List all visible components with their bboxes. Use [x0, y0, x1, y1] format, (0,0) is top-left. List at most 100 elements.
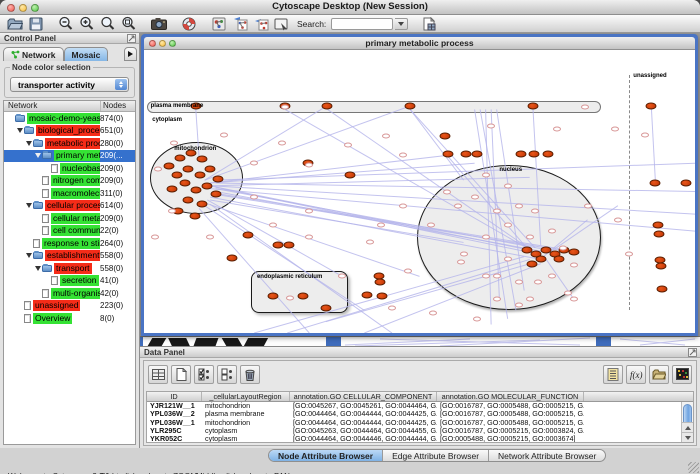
network-node[interactable]	[650, 180, 661, 187]
tab-network-attribute-browser[interactable]: Network Attribute Browser	[489, 450, 605, 461]
tab-scroll-right-icon[interactable]	[124, 47, 137, 61]
vizmapper-icon[interactable]	[209, 16, 228, 32]
network-node[interactable]	[338, 274, 346, 279]
network-node[interactable]	[191, 187, 202, 194]
network-node[interactable]	[166, 185, 177, 192]
tree-row[interactable]: nitrogen compo209(0)	[4, 175, 135, 188]
tree-row[interactable]: establishment of lo558(0)	[4, 250, 135, 263]
network-node[interactable]	[213, 175, 224, 182]
zoom-fit-icon[interactable]	[119, 16, 138, 32]
zoom-selected-icon[interactable]	[98, 16, 117, 32]
resize-grip[interactable]	[688, 462, 699, 473]
network-node[interactable]	[548, 229, 556, 234]
tree-row[interactable]: cell communicat22(0)	[4, 225, 135, 238]
network-node[interactable]	[202, 182, 213, 189]
table-mode-icon[interactable]	[148, 365, 168, 384]
network-node[interactable]	[305, 234, 313, 239]
network-node[interactable]	[515, 302, 523, 307]
network-node[interactable]	[443, 189, 451, 194]
network-node[interactable]	[531, 209, 539, 214]
help-icon[interactable]	[179, 16, 198, 32]
network-node[interactable]	[206, 234, 214, 239]
network-node[interactable]	[283, 241, 294, 248]
network-node[interactable]	[570, 297, 578, 302]
network-node[interactable]	[548, 274, 556, 279]
network-node[interactable]	[377, 223, 385, 228]
tree-row[interactable]: transport558(0)	[4, 262, 135, 275]
network-node[interactable]	[180, 180, 191, 187]
network-node[interactable]	[680, 180, 691, 187]
expand-arrow-icon[interactable]	[34, 153, 42, 158]
network-node[interactable]	[504, 223, 512, 228]
network-node[interactable]	[305, 209, 313, 214]
search-input[interactable]	[331, 18, 393, 30]
network-node[interactable]	[504, 257, 512, 262]
hide-selected-icon[interactable]	[230, 16, 249, 32]
table-row[interactable]: YPL036W__1mitochondrion[GO:0044464, GO:0…	[147, 419, 693, 427]
network-node[interactable]	[220, 132, 228, 137]
network-node[interactable]	[305, 162, 313, 167]
network-node[interactable]	[163, 163, 174, 170]
tree-row[interactable]: mosaic-demo-yeast874(0)	[4, 112, 135, 125]
network-node[interactable]	[196, 201, 207, 208]
network-node[interactable]	[278, 141, 286, 146]
column-header[interactable]	[584, 392, 693, 401]
network-node[interactable]	[344, 171, 355, 178]
network-node[interactable]	[471, 195, 479, 200]
tree-row[interactable]: cellular process614(0)	[4, 200, 135, 213]
save-session-icon[interactable]	[26, 16, 45, 32]
column-header[interactable]: _cellularLayoutRegion	[202, 392, 290, 401]
snapshot-icon[interactable]	[149, 16, 168, 32]
tree-row[interactable]: multi-organism pro42(0)	[4, 287, 135, 300]
network-node[interactable]	[526, 234, 534, 239]
network-node[interactable]	[653, 230, 664, 237]
network-node[interactable]	[375, 279, 386, 286]
network-canvas[interactable]: plasma membrane cytoplasm mitochondrion …	[144, 50, 695, 333]
network-node[interactable]	[399, 203, 407, 208]
network-node[interactable]	[382, 134, 390, 139]
network-node[interactable]	[529, 151, 540, 158]
close-button[interactable]	[149, 40, 156, 47]
table-row[interactable]: YKR052Ccytoplasm[GO:0044464, GO:0044446,…	[147, 435, 693, 443]
network-node[interactable]	[189, 212, 200, 219]
network-node[interactable]	[427, 223, 435, 228]
tree-row[interactable]: response to stimulu264(0)	[4, 237, 135, 250]
tab-edge-attribute-browser[interactable]: Edge Attribute Browser	[383, 450, 489, 461]
matrix-icon[interactable]	[672, 365, 692, 384]
table-row[interactable]: YPL036W__2plasma membrane[GO:0044464, GO…	[147, 410, 693, 418]
network-node[interactable]	[527, 260, 538, 267]
network-node[interactable]	[542, 151, 553, 158]
network-node[interactable]	[614, 217, 622, 222]
network-node[interactable]	[361, 291, 372, 298]
network-node[interactable]	[399, 152, 407, 157]
network-node[interactable]	[273, 241, 284, 248]
tree-column-nodes[interactable]: Nodes	[101, 101, 135, 111]
network-node[interactable]	[570, 263, 578, 268]
network-node[interactable]	[286, 295, 294, 300]
delete-attribute-icon[interactable]	[240, 365, 260, 384]
network-node[interactable]	[584, 203, 592, 208]
network-node[interactable]	[515, 151, 526, 158]
network-node[interactable]	[528, 103, 539, 110]
network-node[interactable]	[559, 246, 567, 251]
column-header[interactable]: ID	[147, 392, 202, 401]
network-node[interactable]	[473, 316, 481, 321]
network-node[interactable]	[183, 196, 194, 203]
network-node[interactable]	[461, 151, 472, 158]
tree-row[interactable]: biological_process651(0)	[4, 125, 135, 138]
network-node[interactable]	[322, 103, 333, 110]
network-node[interactable]	[377, 293, 388, 300]
float-panel-icon[interactable]	[688, 348, 697, 359]
show-all-icon[interactable]	[251, 16, 270, 32]
attribute-list-icon[interactable]	[603, 365, 623, 384]
tree-row[interactable]: secretion41(0)	[4, 275, 135, 288]
network-node[interactable]	[641, 132, 649, 137]
expand-arrow-icon[interactable]	[16, 128, 24, 133]
zoom-out-icon[interactable]	[56, 16, 75, 32]
search-options-icon[interactable]	[395, 18, 408, 30]
network-node[interactable]	[553, 256, 564, 263]
zoom-in-icon[interactable]	[77, 16, 96, 32]
network-node[interactable]	[493, 274, 501, 279]
network-node[interactable]	[243, 232, 254, 239]
network-node[interactable]	[196, 155, 207, 162]
